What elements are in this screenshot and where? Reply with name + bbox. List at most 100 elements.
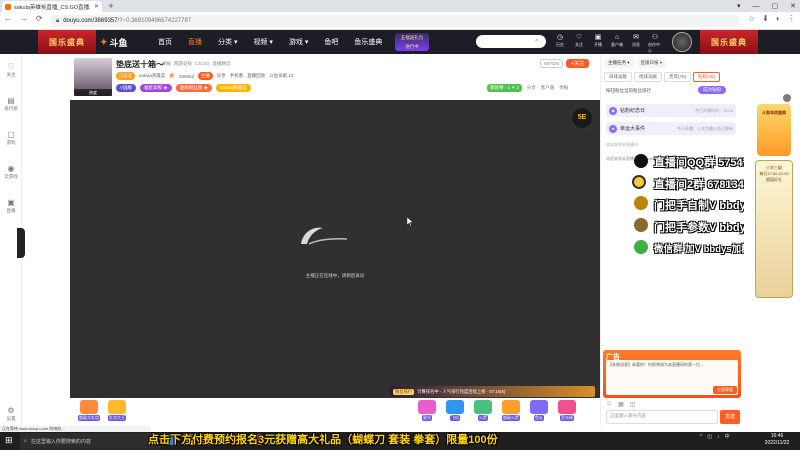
ime-icon[interactable]: 中 [725,433,730,440]
offline-text: 主播正在连线中，请稍后再试 [305,273,365,278]
sidebar-item-live[interactable]: ▣ 直播 [0,198,22,214]
user-avatar[interactable] [672,32,692,52]
gift-item[interactable]: 火箭 [470,400,496,421]
send-button[interactable]: 发送 [720,410,740,424]
nav-video[interactable]: 视频 ▾ [245,37,280,47]
nav-festival[interactable]: 鱼乐盛典 [346,37,390,47]
banner-left[interactable]: 国乐盛典 [38,30,96,54]
join-diamond-button[interactable]: 成为钻粉 [698,86,726,94]
forward-icon[interactable]: → [20,14,28,23]
replay-link[interactable]: 直播回放 [247,73,265,79]
barrage-icon[interactable]: ◫ [630,401,636,408]
room-actions: 套装特 · 1 ✦ 3 分享 客户端 举报 [487,84,568,92]
mobile-link[interactable]: 手机看 [230,73,244,79]
nav-live[interactable]: 直播 [180,37,210,47]
fan-badge-icon[interactable]: ▦ [618,401,624,408]
gift-item[interactable]: 超级大礼包 [76,400,102,421]
anchor-avatar[interactable]: 热度 [74,58,112,96]
follow-list-button[interactable]: ♡ 关注 [572,33,586,54]
tab-vip[interactable]: 贵宾(76) [664,72,692,82]
gift-item[interactable]: 鱼丸 [526,400,552,421]
tab-anchor-tasks[interactable]: 主播任务 ▾ [604,58,634,68]
side-ad-promo[interactable]: 小学三级 每日17:00-22:00 超值好礼 [755,160,793,298]
tray-expand-icon[interactable]: ^ [700,434,702,440]
tab-daily-rank[interactable]: 日排贡献 [604,72,632,82]
tab-weekly-rank[interactable]: 周排贡献 [634,72,662,82]
gift-item[interactable]: 超级火箭 [498,400,524,421]
profile-icon[interactable]: ◐ [776,14,781,23]
client-button[interactable]: 客户端 [541,85,555,91]
share-button[interactable]: 分享 [527,85,536,91]
creator-center-button[interactable]: ⚇ 创作中心 [648,33,662,54]
gift-item[interactable]: 礼包大王 [104,400,130,421]
tab-search-icon[interactable]: ▾ [737,2,741,10]
chat-input[interactable]: 这里输入聊天内容 [606,410,718,424]
url-input[interactable]: 🔒︎ douyu.com/3869357/?~0.369109496574227… [50,15,740,27]
side-ad-festival[interactable]: 斗鱼年终盛典 [757,104,791,156]
header-promo[interactable]: 五福送礼包 进行中 [395,33,429,51]
category-link[interactable]: 直播精选 [213,61,231,67]
taskbar-search[interactable]: ⌕ 在这里输入你要搜索的内容 [20,433,160,449]
follow-button[interactable]: +关注 [566,59,589,68]
maximize-button[interactable]: ▢ [772,2,779,10]
sidebar-item-cloud-games[interactable]: ◉ 云游戏 [0,164,22,180]
gift-item[interactable]: 荧光棒 [554,400,580,421]
close-window-button[interactable]: ✕ [790,2,796,10]
client-button[interactable]: ⌂ 客户端 [610,33,624,54]
ad-panel[interactable]: 广告 【系统消息】恭喜你！你即将成为本直播间的第一位... 立即观看 [603,350,741,398]
sidebar-collapse-handle[interactable] [17,228,25,258]
history-icon: ◷ [556,34,564,41]
report-button[interactable]: 举报 [559,85,568,91]
badge[interactable]: sakula英雄炭 [216,84,251,92]
gift-item[interactable]: 星光 [414,400,440,421]
messages-button[interactable]: ✉ 消息 [629,33,643,54]
share-link[interactable]: 分享 [217,73,226,79]
tab-close-icon[interactable]: ✕ [94,3,99,10]
anchor-name[interactable]: sakula英雄炭 [139,73,166,79]
sidebar-item-follow[interactable]: ♡ 关注 [0,62,22,78]
nav-home[interactable]: 首页 [150,37,180,47]
gift-item[interactable]: 飞机 [442,400,468,421]
video-player[interactable] [70,100,600,398]
badge[interactable]: V国服 [116,84,137,92]
sidebar-item-settings[interactable]: ⚙ 设置 [0,406,22,422]
badge[interactable]: 超级粉丝团 ★ [175,84,213,92]
browser-tab[interactable]: sakula英雄炭直播_CS:GO直播... ✕ [2,1,102,12]
overlay-line: 门把手自制V bbdys [654,200,752,212]
level-button[interactable]: 套装特 · 1 ✦ 3 [487,84,522,92]
badge[interactable]: 福星高照 ★ [140,84,172,92]
category-link[interactable]: 网游竞技 [174,61,192,67]
history-button[interactable]: ◷ 历史 [553,33,567,54]
tab-diamond-fans[interactable]: 钻粉(46) [693,72,721,82]
notice-anniversary[interactable]: ◆ 钻粉纪念日 今日开播时间：12:00 [606,104,736,117]
nav-categories[interactable]: 分类 ▾ [210,37,245,47]
notice-lucky-event[interactable]: ★ 幸运大事件 今日开播，上次主播公告已更新 [606,122,736,135]
category-link[interactable]: CS:GO [195,61,210,67]
report-link[interactable]: 举报 [162,61,171,67]
taskbar-clock[interactable]: 16:46 2022/11/22 [757,433,797,447]
volume-icon[interactable]: ♪ [717,434,720,440]
sidebar-item-games[interactable]: ▢ 游戏 [0,130,22,146]
new-tab-button[interactable]: + [106,1,116,11]
back-icon[interactable]: ← [4,14,12,23]
close-ad-icon[interactable] [783,94,791,102]
windows-start-icon[interactable]: ⊞ [5,435,13,446]
banner-right[interactable]: 国乐盛典 [700,30,758,54]
minimize-button[interactable]: — [753,3,760,10]
search-input[interactable] [479,38,535,45]
emoji-icon[interactable]: ☺ [606,401,612,408]
site-logo[interactable]: ✦ 斗鱼 [100,34,136,50]
search-icon[interactable]: ⌕ [535,38,538,45]
ad-watch-button[interactable]: 立即观看 [713,386,737,394]
start-stream-button[interactable]: ▣ 开播 [591,33,605,54]
reload-icon[interactable]: ⟳ [36,14,43,23]
sidebar-item-ranking[interactable]: ▤ 排行榜 [0,96,22,112]
tab-daily-report[interactable]: 直播日报 ▾ [636,58,667,68]
bookmark-star-icon[interactable]: ☆ [748,14,755,23]
nav-games[interactable]: 游戏 ▾ [281,37,316,47]
menu-icon[interactable]: ⋮ [788,14,796,23]
network-icon[interactable]: ◫ [707,434,712,440]
rank-banner[interactable]: 粉丝排行 计算排名中 · 人气排行热度连续上榜 · 07:15(5) [390,386,595,397]
download-icon[interactable]: ⬇ [762,14,769,23]
nav-fishbar[interactable]: 鱼吧 [316,37,346,47]
